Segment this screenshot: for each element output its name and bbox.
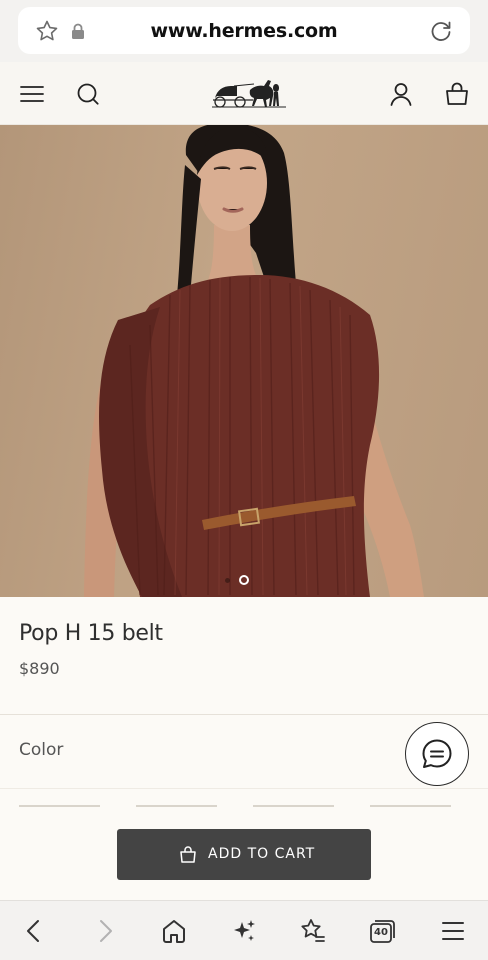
add-to-cart-bar: ADD TO CART <box>0 808 488 900</box>
address-bar[interactable]: www.hermes.com <box>18 7 470 54</box>
hermes-logo[interactable] <box>210 70 288 110</box>
bookmarks-icon[interactable] <box>299 917 327 945</box>
account-icon[interactable] <box>388 81 414 107</box>
product-price: $890 <box>19 659 60 678</box>
site-header <box>0 62 488 125</box>
ai-sparkle-icon[interactable] <box>230 917 258 945</box>
model-photo <box>84 125 424 597</box>
color-swatch[interactable] <box>370 805 451 807</box>
color-swatch[interactable] <box>19 805 100 807</box>
product-name: Pop H 15 belt <box>19 621 163 646</box>
bag-icon[interactable] <box>444 81 470 107</box>
back-icon[interactable] <box>20 917 48 945</box>
menu-icon[interactable] <box>19 81 45 107</box>
chat-button[interactable] <box>405 722 469 786</box>
carousel-dot-active[interactable] <box>239 575 249 585</box>
browser-toolbar: www.hermes.com <box>0 0 488 62</box>
add-to-cart-label: ADD TO CART <box>208 846 316 862</box>
chat-icon <box>422 739 452 768</box>
carousel-indicator <box>222 575 262 587</box>
color-label: Color <box>19 740 64 760</box>
color-swatch[interactable] <box>253 805 334 807</box>
browser-bottom-nav: 40 <box>0 900 488 960</box>
forward-icon[interactable] <box>91 917 119 945</box>
reload-icon[interactable] <box>428 18 454 44</box>
tab-count: 40 <box>374 927 388 938</box>
add-to-cart-button[interactable]: ADD TO CART <box>117 829 371 880</box>
more-menu-icon[interactable] <box>439 917 467 945</box>
product-image[interactable] <box>0 125 488 597</box>
divider <box>0 788 488 789</box>
divider <box>0 714 488 715</box>
color-swatch[interactable] <box>136 805 217 807</box>
home-icon[interactable] <box>160 917 188 945</box>
bag-icon <box>180 846 196 863</box>
tabs-button[interactable]: 40 <box>368 917 396 945</box>
url-text[interactable]: www.hermes.com <box>18 20 470 42</box>
search-icon[interactable] <box>75 81 101 107</box>
carousel-dot[interactable] <box>225 578 230 583</box>
